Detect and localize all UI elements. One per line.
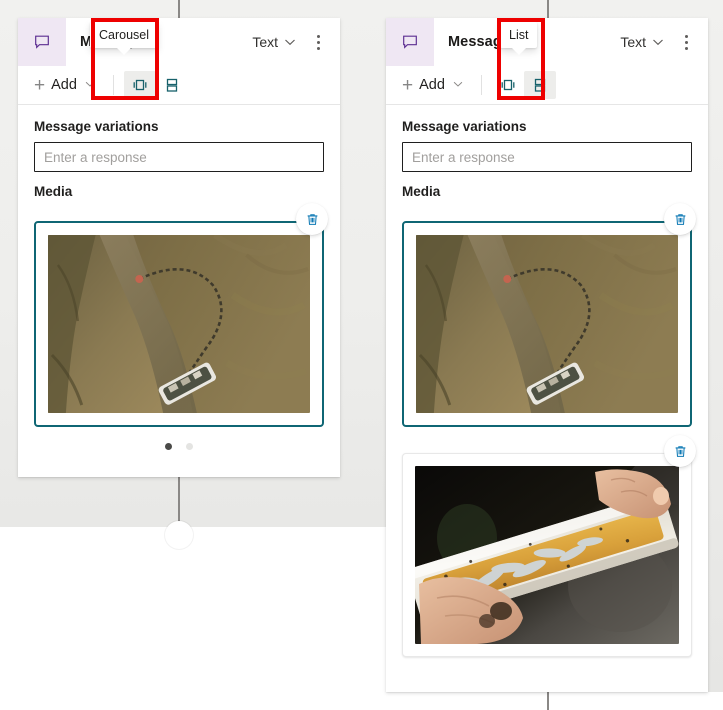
message-node-card-list[interactable]: Message Text + Add Message variations En… [386,18,708,692]
carousel-pager[interactable] [34,427,324,450]
message-variations-label: Message variations [402,119,527,134]
media-thumbnail-aerial-net [416,235,678,413]
card-toolbar: + Add [386,66,708,105]
response-input[interactable] [402,142,692,172]
media-item-wrapper [34,203,328,427]
media-label: Media [34,184,73,199]
delete-media-button[interactable] [664,203,696,235]
chevron-down-icon[interactable] [650,34,666,50]
media-tile[interactable] [34,221,324,427]
toolbar-divider [480,75,482,95]
plus-icon: + [34,74,46,96]
connector-node-left[interactable] [165,521,193,549]
chevron-down-icon[interactable] [282,34,298,50]
more-vertical-icon[interactable] [308,30,328,54]
connector-line-bottom-right [547,692,549,710]
canvas-background-right-lower [548,692,723,710]
message-bubble-icon [18,18,66,66]
message-variations-label: Message variations [34,119,159,134]
media-tile[interactable] [402,453,692,657]
carousel-dot-active[interactable] [165,443,172,450]
add-chevron-down-icon[interactable] [451,77,467,93]
connector-line-bottom-left [178,477,180,527]
card-body: Message variations Media [386,105,708,657]
add-button-label: Add [51,77,77,93]
add-button[interactable]: + Add [398,70,471,100]
plus-icon: + [402,74,414,96]
connector-line-top-right [547,0,549,18]
media-thumbnail-fish-trough [415,466,679,644]
media-item-wrapper [402,203,696,427]
more-vertical-icon[interactable] [676,30,696,54]
message-type-label[interactable]: Text [620,34,646,50]
message-node-card-carousel[interactable]: Message Text + Add [18,18,340,477]
card-header: Message Text [18,18,340,66]
media-tile[interactable] [402,221,692,427]
media-label: Media [402,184,441,199]
delete-media-button[interactable] [664,435,696,467]
delete-media-button[interactable] [296,203,328,235]
add-button-label: Add [419,77,445,93]
response-input[interactable] [34,142,324,172]
media-item-wrapper [402,435,696,657]
message-type-label[interactable]: Text [252,34,278,50]
message-bubble-icon [386,18,434,66]
highlight-box-list-button [497,18,545,100]
card-toolbar: + Add [18,66,340,105]
carousel-dot[interactable] [186,443,193,450]
card-header: Message Text [386,18,708,66]
list-layout-button[interactable] [156,71,188,99]
card-body: Message variations Media [18,105,340,450]
highlight-box-carousel-button [91,18,159,100]
connector-line-top-left [178,0,180,18]
media-thumbnail-aerial-net [48,235,310,413]
